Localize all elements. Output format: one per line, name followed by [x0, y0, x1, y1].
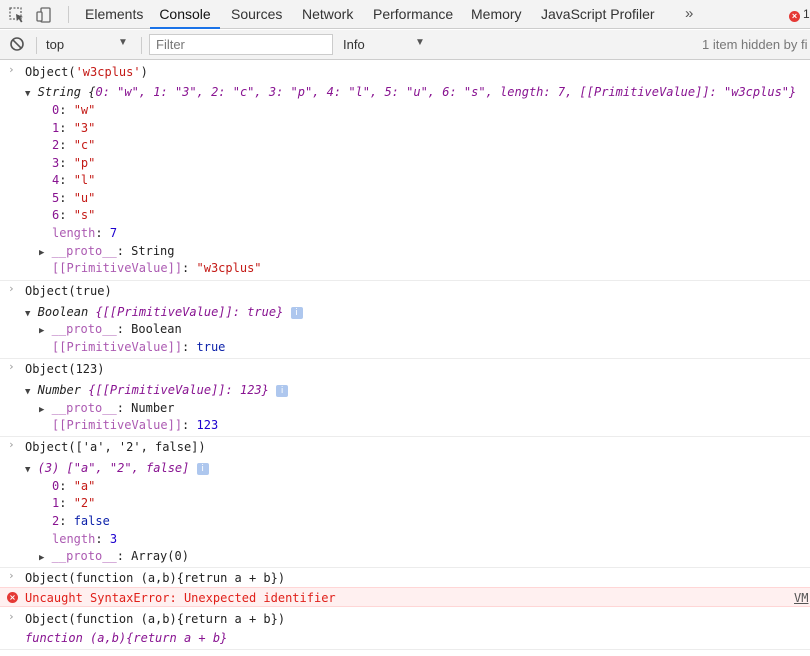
- property-row: 0: "a": [52, 479, 96, 493]
- inspect-element-icon[interactable]: [8, 6, 26, 24]
- property-row: 3: "p": [52, 156, 96, 170]
- property-row: 4: "l": [52, 173, 96, 187]
- log-level-selector[interactable]: Info: [343, 37, 365, 52]
- property-row: 1: "3": [52, 121, 96, 135]
- input-prompt-icon: ›: [8, 63, 15, 76]
- console-toolbar: top ▼ Info ▼ 1 item hidden by fi: [0, 30, 810, 60]
- error-text: Uncaught SyntaxError: Unexpected identif…: [25, 591, 336, 605]
- clear-console-icon[interactable]: [9, 36, 27, 54]
- expanded-triangle-icon[interactable]: ▼: [25, 309, 30, 319]
- tab-sources[interactable]: Sources: [231, 0, 282, 29]
- collapsed-triangle-icon[interactable]: ▶: [39, 405, 44, 415]
- property-row: 1: "2": [52, 496, 96, 510]
- context-selector[interactable]: top: [46, 37, 64, 52]
- error-count-badge[interactable]: × 1: [789, 7, 810, 22]
- string-object-summary[interactable]: ▼ String {0: "w", 1: "3", 2: "c", 3: "p"…: [25, 83, 796, 101]
- more-tabs-icon[interactable]: »: [685, 0, 693, 29]
- info-icon[interactable]: i: [290, 306, 303, 319]
- info-icon[interactable]: i: [196, 462, 209, 475]
- boolean-object-summary[interactable]: ▼ Boolean {[[PrimitiveValue]]: true} i: [25, 303, 303, 321]
- expanded-triangle-icon[interactable]: ▼: [25, 465, 30, 475]
- primitive-value-property: [[PrimitiveValue]]: "w3cplus": [52, 261, 262, 275]
- device-toolbar-icon[interactable]: [35, 6, 53, 24]
- toolbar-divider: [68, 6, 69, 23]
- filter-input[interactable]: [149, 34, 333, 55]
- collapsed-triangle-icon[interactable]: ▶: [39, 248, 44, 258]
- tab-network[interactable]: Network: [302, 0, 353, 29]
- devtools-tab-bar: Elements Console Sources Network Perform…: [0, 0, 810, 29]
- proto-property[interactable]: ▶ __proto__: Boolean: [39, 320, 182, 338]
- console-input: Object(function (a,b){return a + b}): [25, 612, 286, 626]
- input-prompt-icon: ›: [8, 569, 15, 582]
- expanded-triangle-icon[interactable]: ▼: [25, 89, 30, 99]
- error-source-link[interactable]: VM: [794, 589, 808, 607]
- console-result: function (a,b){return a + b}: [25, 631, 228, 645]
- primitive-value-property: [[PrimitiveValue]]: 123: [52, 418, 219, 432]
- input-prompt-icon: ›: [8, 282, 15, 295]
- message-divider: [0, 358, 810, 359]
- collapsed-triangle-icon[interactable]: ▶: [39, 553, 44, 563]
- info-icon[interactable]: i: [276, 384, 289, 397]
- hidden-items-text: 1 item hidden by fi: [702, 37, 808, 52]
- length-property: length: 3: [52, 532, 118, 546]
- input-prompt-icon: ›: [8, 438, 15, 451]
- toolbar-divider: [36, 37, 37, 54]
- error-count: 1: [803, 7, 810, 21]
- input-prompt-icon: ›: [8, 360, 15, 373]
- chevron-down-icon[interactable]: ▼: [415, 37, 425, 48]
- console-input: Object('w3cplus'): [25, 65, 148, 79]
- error-icon: ×: [789, 11, 800, 22]
- property-row: 2: "c": [52, 138, 96, 152]
- proto-property[interactable]: ▶ __proto__: Number: [39, 399, 175, 417]
- proto-property[interactable]: ▶ __proto__: Array(0): [39, 547, 189, 565]
- tab-elements[interactable]: Elements: [85, 0, 143, 29]
- console-input: Object(true): [25, 284, 112, 298]
- console-output: › Object('w3cplus') ▼ String {0: "w", 1:…: [0, 61, 810, 656]
- console-input: Object(['a', '2', false]): [25, 440, 206, 454]
- chevron-down-icon[interactable]: ▼: [118, 37, 128, 48]
- console-input: Object(function (a,b){retrun a + b}): [25, 571, 286, 585]
- message-divider: [0, 436, 810, 437]
- array-summary[interactable]: ▼ (3) ["a", "2", false] i: [25, 459, 209, 477]
- property-row: 2: false: [52, 514, 110, 528]
- error-icon: ×: [7, 592, 18, 603]
- primitive-value-property: [[PrimitiveValue]]: true: [52, 340, 226, 354]
- tab-javascript-profiler[interactable]: JavaScript Profiler: [541, 0, 655, 29]
- toolbar-divider: [141, 37, 142, 54]
- console-input: Object(123): [25, 362, 105, 376]
- number-object-summary[interactable]: ▼ Number {[[PrimitiveValue]]: 123} i: [25, 381, 289, 399]
- property-row: 6: "s": [52, 208, 96, 222]
- proto-property[interactable]: ▶ __proto__: String: [39, 242, 175, 260]
- tab-console[interactable]: Console: [150, 0, 220, 29]
- collapsed-triangle-icon[interactable]: ▶: [39, 326, 44, 336]
- input-prompt-icon: ›: [8, 610, 15, 623]
- message-divider: [0, 649, 810, 650]
- message-divider: [0, 567, 810, 568]
- message-divider: [0, 280, 810, 281]
- property-row: 5: "u": [52, 191, 96, 205]
- tab-performance[interactable]: Performance: [373, 0, 453, 29]
- tab-memory[interactable]: Memory: [471, 0, 522, 29]
- property-row: 0: "w": [52, 103, 96, 117]
- expanded-triangle-icon[interactable]: ▼: [25, 387, 30, 397]
- length-property: length: 7: [52, 226, 118, 240]
